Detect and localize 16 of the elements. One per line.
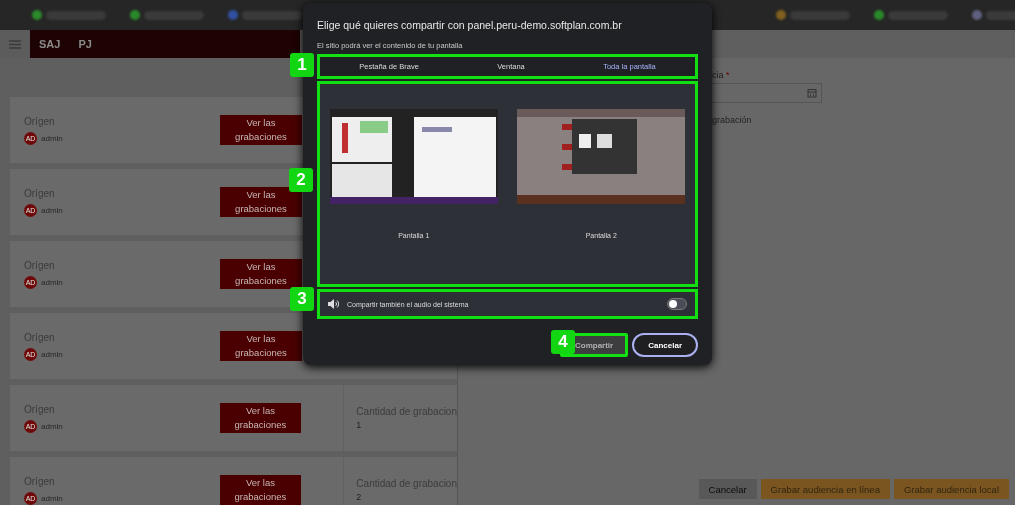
view-recordings-button[interactable]: Ver las grabaciones <box>219 403 302 433</box>
view-recordings-button[interactable]: Ver las grabaciones <box>219 475 302 505</box>
view-recordings-button[interactable]: Ver las grabaciones <box>220 331 302 361</box>
dialog-title: Elige qué quieres compartir con panel.peru-demo.softplan.com.br <box>317 19 623 31</box>
nav-item[interactable]: SAJ <box>39 38 61 50</box>
step-badge: 1 <box>290 53 314 77</box>
step-badge: 2 <box>289 168 313 192</box>
count-value: 1 <box>356 420 363 430</box>
cancel-button[interactable]: Cancelar <box>632 333 698 357</box>
view-recordings-button[interactable]: Ver las grabaciones <box>220 115 302 145</box>
view-recordings-button[interactable]: Ver las grabaciones <box>220 259 302 289</box>
count-value: 2 <box>356 492 363 502</box>
nav-item[interactable]: PJ <box>78 38 92 50</box>
view-recordings-button[interactable]: Ver las grabaciones <box>220 187 302 217</box>
step-badge: 3 <box>290 287 314 311</box>
step-badge: 4 <box>551 330 575 354</box>
